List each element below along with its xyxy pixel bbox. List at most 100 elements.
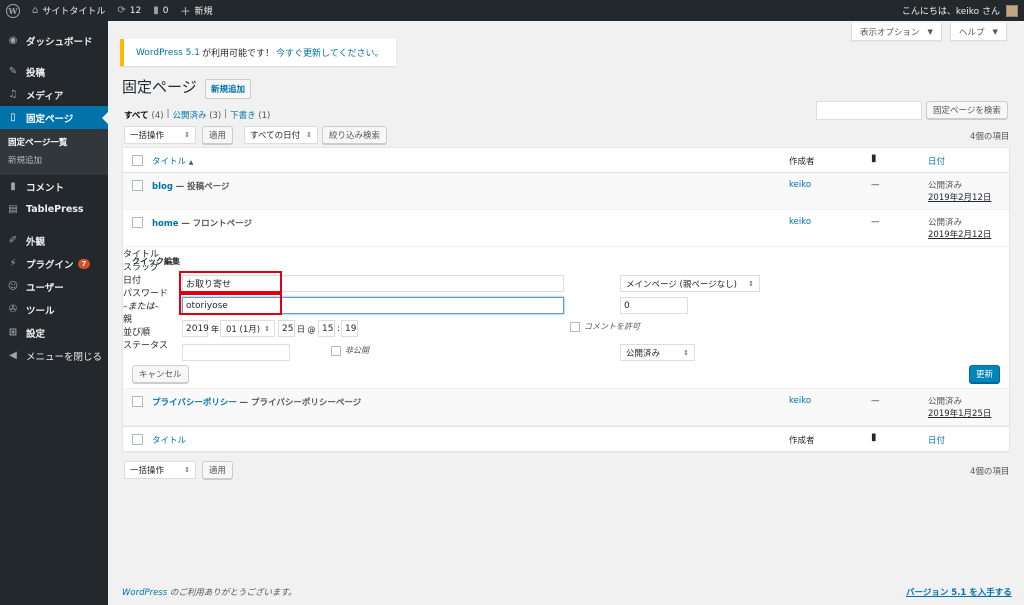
settings-icon: ⊞ bbox=[8, 327, 18, 338]
select-all-checkbox-bottom[interactable] bbox=[132, 434, 143, 445]
update-button[interactable]: 更新 bbox=[969, 365, 1001, 383]
cancel-button[interactable]: キャンセル bbox=[132, 365, 189, 383]
filter-all[interactable]: すべて (4) bbox=[124, 109, 164, 121]
comments-column-icon: ▮ bbox=[871, 432, 877, 443]
password-input[interactable] bbox=[182, 344, 290, 361]
screen-options-button[interactable]: 表示オプション ▼ bbox=[851, 23, 942, 41]
sidebar-item-comments[interactable]: ▮ コメント bbox=[0, 175, 108, 198]
date-filter-select[interactable]: すべての日付 ⇕ bbox=[244, 126, 318, 144]
pages-submenu: 固定ページ一覧 新規追加 bbox=[0, 129, 108, 175]
column-date-header[interactable]: 日付 bbox=[928, 155, 945, 167]
sidebar-item-tools[interactable]: ✇ ツール bbox=[0, 298, 108, 321]
site-name-menu[interactable]: ⌂ サイトタイトル bbox=[26, 0, 111, 21]
row-title-link[interactable]: プライバシーポリシー bbox=[152, 398, 237, 408]
day-input[interactable]: 25 bbox=[278, 320, 295, 337]
caret-down-icon: ▼ bbox=[992, 27, 998, 36]
row-title-link[interactable]: home bbox=[152, 219, 179, 229]
sidebar-item-label: コメント bbox=[26, 182, 65, 194]
comments-menu[interactable]: ▮ 0 bbox=[147, 0, 174, 21]
sidebar-item-pages[interactable]: ▯ 固定ページ bbox=[0, 106, 108, 129]
submenu-add-new[interactable]: 新規追加 bbox=[0, 151, 108, 169]
filter-published[interactable]: 公開済み (3) bbox=[172, 109, 221, 121]
sidebar-item-label: ダッシュボード bbox=[26, 36, 93, 48]
row-author-link: keiko bbox=[789, 180, 812, 190]
site-title: サイトタイトル bbox=[42, 7, 106, 17]
row-status: 公開済み bbox=[928, 397, 963, 407]
search-pages-button[interactable]: 固定ページを検索 bbox=[926, 101, 1008, 119]
pages-table: タイトル ▲ 作成者 ▮ 日付 blog — 投稿ページ keiko — 公開済… bbox=[122, 147, 1010, 452]
sidebar-item-settings[interactable]: ⊞ 設定 bbox=[0, 321, 108, 344]
updates-menu[interactable]: ⟳ 12 bbox=[111, 0, 147, 21]
row-checkbox[interactable] bbox=[132, 180, 143, 191]
parent-select[interactable]: メインページ (親ページなし) ⇕ bbox=[620, 275, 760, 292]
row-author-link: keiko bbox=[789, 217, 812, 227]
row-comments: — bbox=[871, 217, 880, 227]
new-content-menu[interactable]: ＋ 新規 bbox=[174, 0, 218, 21]
table-row: プライバシーポリシー — プライバシーポリシーページ keiko — 公開済み … bbox=[123, 389, 1009, 426]
wordpress-version-link[interactable]: WordPress 5.1 bbox=[136, 48, 200, 58]
private-checkbox[interactable] bbox=[331, 345, 341, 356]
quick-edit-panel: クイック編集 タイトル お取り寄せ スラッグ otoriyose 日付 2019… bbox=[123, 247, 1009, 389]
notice-text: が利用可能です！ bbox=[202, 49, 275, 59]
allow-comments-label[interactable]: コメントを許可 bbox=[570, 321, 640, 332]
updates-count: 12 bbox=[129, 5, 142, 16]
row-checkbox[interactable] bbox=[132, 396, 143, 407]
private-checkbox-label[interactable]: 非公開 bbox=[331, 345, 369, 356]
plugin-update-badge: 7 bbox=[77, 258, 91, 269]
allow-comments-checkbox[interactable] bbox=[570, 321, 580, 332]
submenu-all-pages[interactable]: 固定ページ一覧 bbox=[0, 133, 108, 151]
footer-version-link[interactable]: バージョン 5.1 を入手する bbox=[906, 588, 1012, 598]
column-author-footer: 作成者 bbox=[789, 436, 815, 446]
sidebar-item-dashboard[interactable]: ◉ ダッシュボード bbox=[0, 29, 108, 52]
row-checkbox[interactable] bbox=[132, 217, 143, 228]
pin-icon: ✎ bbox=[8, 66, 18, 77]
caret-down-icon: ▼ bbox=[927, 27, 933, 36]
search-input[interactable] bbox=[816, 101, 922, 120]
select-arrow-icon: ⇕ bbox=[748, 279, 754, 288]
column-title-footer[interactable]: タイトル bbox=[152, 434, 186, 446]
sidebar-item-label: 固定ページ bbox=[26, 113, 74, 125]
sidebar-item-posts[interactable]: ✎ 投稿 bbox=[0, 60, 108, 83]
select-arrow-icon: ⇕ bbox=[184, 466, 190, 474]
sidebar-item-users[interactable]: ☺ ユーザー bbox=[0, 275, 108, 298]
main-content: 表示オプション ▼ ヘルプ ▼ WordPress 5.1 が利用可能です！ 今すぐ… bbox=[108, 21, 1024, 605]
column-title-header[interactable]: タイトル ▲ bbox=[152, 155, 193, 167]
collapse-icon: ◀ bbox=[9, 350, 17, 361]
apply-button-bottom[interactable]: 適用 bbox=[202, 461, 234, 479]
bulk-action-select-bottom[interactable]: 一括操作 ⇕ bbox=[124, 461, 196, 479]
year-input[interactable]: 2019 bbox=[182, 320, 209, 337]
minute-input[interactable]: 19 bbox=[341, 320, 358, 337]
add-new-button[interactable]: 新規追加 bbox=[205, 79, 252, 99]
apply-button-top[interactable]: 適用 bbox=[202, 126, 234, 144]
select-all-checkbox[interactable] bbox=[132, 155, 143, 166]
filter-button[interactable]: 絞り込み検索 bbox=[322, 126, 388, 144]
bulk-action-select-top[interactable]: 一括操作 ⇕ bbox=[124, 126, 196, 144]
order-input[interactable]: 0 bbox=[620, 297, 688, 314]
column-date-footer[interactable]: 日付 bbox=[928, 434, 945, 446]
my-account-menu[interactable]: こんにちは、keiko さん bbox=[902, 4, 1024, 17]
sidebar-item-media[interactable]: ♫ メディア bbox=[0, 83, 108, 106]
sidebar-item-plugins[interactable]: ⚡ プラグイン 7 bbox=[0, 252, 108, 275]
status-select[interactable]: 公開済み ⇕ bbox=[620, 344, 695, 361]
hour-input[interactable]: 15 bbox=[318, 320, 335, 337]
wp-logo-menu[interactable]: W bbox=[0, 0, 26, 21]
row-title-link[interactable]: blog bbox=[152, 182, 173, 192]
table-row: home — フロントページ keiko — 公開済み 2019年2月12日 bbox=[123, 210, 1009, 247]
sidebar-item-label: 設定 bbox=[26, 328, 46, 340]
filter-draft[interactable]: 下書き (1) bbox=[230, 109, 270, 121]
admin-bar: W ⌂ サイトタイトル ⟳ 12 ▮ 0 ＋ 新規 こんにちは、keiko さん bbox=[0, 0, 1024, 21]
comment-bubble-icon: ▮ bbox=[153, 5, 159, 16]
row-comments: — bbox=[871, 396, 880, 406]
month-select[interactable]: 01 (1月) ⇕ bbox=[220, 320, 275, 337]
sidebar-item-appearance[interactable]: ✐ 外観 bbox=[0, 229, 108, 252]
comment-icon: ▮ bbox=[10, 181, 16, 192]
sidebar-item-label: 外観 bbox=[26, 236, 46, 248]
sidebar-item-tablepress[interactable]: ▤ TablePress bbox=[0, 198, 108, 221]
update-now-link[interactable]: 今すぐ更新してください。 bbox=[276, 46, 383, 59]
help-button[interactable]: ヘルプ ▼ bbox=[950, 23, 1007, 41]
footer-wordpress-link[interactable]: WordPress bbox=[122, 588, 167, 598]
sidebar-collapse[interactable]: ◀ メニューを閉じる bbox=[0, 344, 108, 367]
row-comments: — bbox=[871, 180, 880, 190]
comments-column-icon: ▮ bbox=[871, 153, 877, 164]
sort-asc-icon: ▲ bbox=[188, 159, 194, 166]
